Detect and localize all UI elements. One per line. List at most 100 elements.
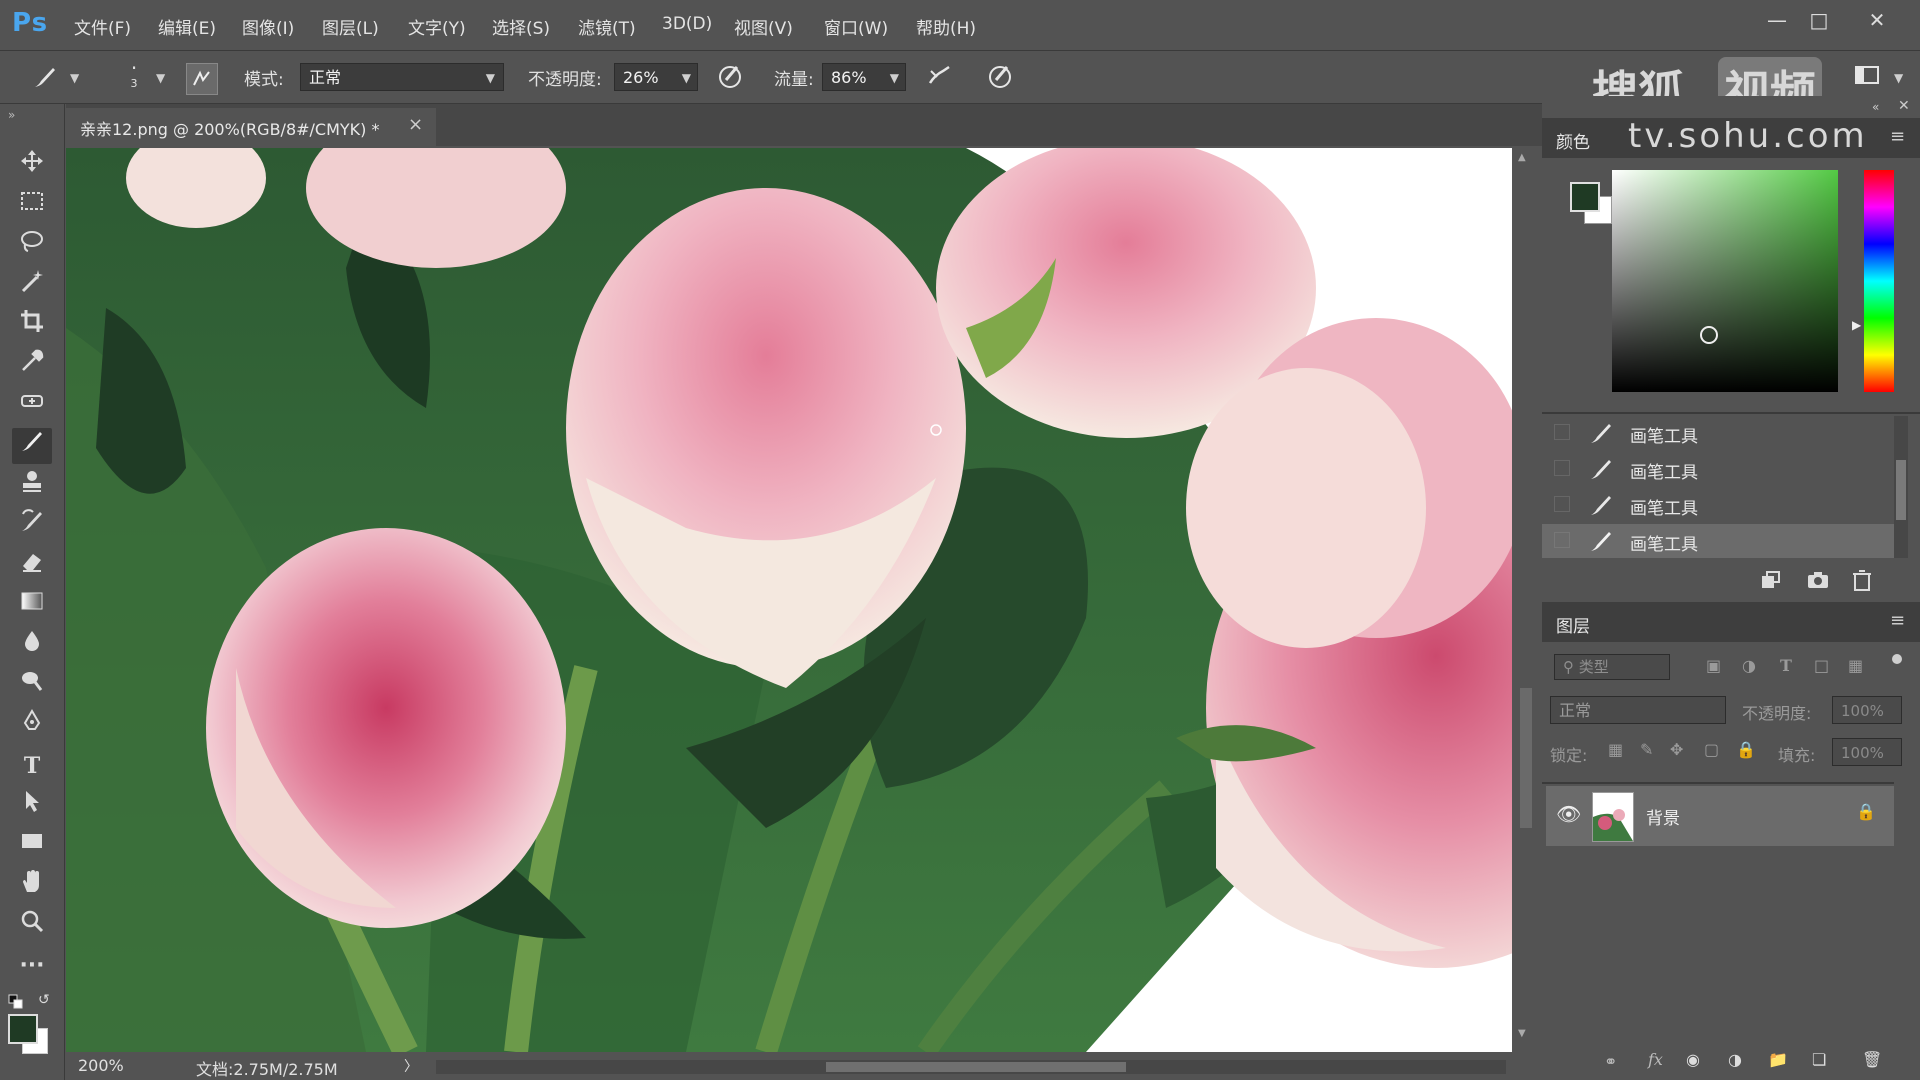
brush-size-preview[interactable]: · 3 — [122, 58, 146, 99]
zoom-level[interactable]: 200% — [78, 1056, 124, 1075]
status-menu-arrow[interactable]: 〉 — [404, 1056, 418, 1076]
chevron-down-icon[interactable]: ▼ — [1894, 71, 1903, 85]
history-scroll-thumb[interactable] — [1896, 460, 1906, 520]
color-panel-foreground-swatch[interactable] — [1570, 182, 1600, 212]
close-icon[interactable]: ✕ — [1858, 4, 1896, 38]
horizontal-scroll-thumb[interactable] — [826, 1062, 1126, 1072]
lock-all-icon[interactable]: 🔒 — [1736, 740, 1756, 759]
filter-shape-icon[interactable]: □ — [1814, 656, 1829, 675]
eyedropper-icon[interactable] — [12, 348, 52, 384]
airbrush-icon[interactable] — [924, 61, 956, 93]
menu-window[interactable]: 窗口(W) — [824, 14, 888, 39]
document-canvas[interactable] — [66, 148, 1512, 1052]
crop-icon[interactable] — [12, 308, 52, 344]
eraser-icon[interactable] — [12, 548, 52, 584]
menu-edit[interactable]: 编辑(E) — [158, 14, 216, 39]
filter-pixel-icon[interactable]: ▣ — [1706, 656, 1721, 675]
menu-image[interactable]: 图像(I) — [242, 14, 294, 39]
collapse-icon[interactable]: » — [8, 108, 15, 122]
marquee-icon[interactable] — [12, 188, 52, 224]
stamp-icon[interactable] — [12, 468, 52, 504]
delete-layer-icon[interactable]: 🗑 — [1862, 1050, 1882, 1069]
horizontal-scrollbar[interactable] — [436, 1060, 1506, 1074]
layer-opacity-input[interactable]: 100% — [1832, 696, 1902, 724]
document-tab[interactable]: 亲亲12.png @ 200%(RGB/8#/CMYK) * × — [66, 108, 436, 146]
history-item[interactable]: 画笔工具 — [1542, 452, 1904, 486]
vertical-scrollbar[interactable]: ▲ ▼ — [1512, 148, 1542, 1052]
layer-filter-select[interactable]: ⚲ 类型 — [1554, 654, 1670, 680]
new-group-icon[interactable]: 📁 — [1768, 1050, 1788, 1069]
layer-mask-icon[interactable]: ◉ — [1686, 1050, 1700, 1069]
workspace-icon[interactable] — [1852, 63, 1882, 91]
lock-pixels-icon[interactable]: ✎ — [1640, 740, 1653, 759]
menu-filter[interactable]: 滤镜(T) — [578, 14, 636, 39]
color-picker-cursor[interactable] — [1700, 326, 1718, 344]
camera-icon[interactable] — [1806, 568, 1830, 596]
swap-colors-icon[interactable]: ↺ — [38, 992, 50, 1008]
layer-row[interactable]: 👁 背景 🔒 — [1546, 786, 1894, 846]
history-source-checkbox[interactable] — [1554, 424, 1570, 440]
brush-panel-toggle-icon[interactable] — [186, 63, 218, 95]
scroll-down-icon[interactable]: ▼ — [1518, 1028, 1526, 1039]
menu-3d[interactable]: 3D(D) — [662, 14, 712, 34]
foreground-color-swatch[interactable] — [8, 1014, 38, 1044]
pressure-size-icon[interactable] — [984, 61, 1016, 93]
collapse-panels-icon[interactable]: « — [1872, 100, 1879, 114]
minimize-icon[interactable]: — — [1758, 4, 1796, 38]
history-item-selected[interactable]: 画笔工具 — [1542, 524, 1894, 558]
menu-select[interactable]: 选择(S) — [492, 14, 550, 39]
type-icon[interactable]: T — [12, 748, 52, 784]
new-layer-icon[interactable]: ❏ — [1812, 1050, 1826, 1069]
history-source-checkbox[interactable] — [1554, 460, 1570, 476]
chevron-down-icon[interactable]: ▼ — [70, 71, 79, 85]
panel-menu-icon[interactable]: ≡ — [1890, 126, 1905, 147]
default-colors-icon[interactable] — [8, 994, 24, 1010]
scroll-up-icon[interactable]: ▲ — [1518, 152, 1526, 163]
filter-smart-object-icon[interactable]: ▦ — [1848, 656, 1863, 675]
history-item[interactable]: 画笔工具 — [1542, 488, 1904, 522]
layer-name[interactable]: 背景 — [1646, 804, 1680, 829]
menu-type[interactable]: 文字(Y) — [408, 14, 466, 39]
pen-icon[interactable] — [12, 708, 52, 744]
hand-icon[interactable] — [12, 868, 52, 904]
spot-heal-icon[interactable] — [12, 388, 52, 424]
gradient-icon[interactable] — [12, 588, 52, 624]
chevron-down-icon[interactable]: ▼ — [156, 71, 165, 85]
filter-adjustment-icon[interactable]: ◑ — [1742, 656, 1756, 675]
history-brush-icon[interactable] — [12, 508, 52, 544]
brush-icon[interactable] — [12, 428, 52, 464]
vertical-scroll-thumb[interactable] — [1520, 688, 1532, 828]
blend-mode-select[interactable]: 正常 — [1550, 696, 1726, 724]
close-panels-icon[interactable]: ✕ — [1898, 98, 1910, 114]
filter-toggle-icon[interactable] — [1892, 654, 1902, 664]
lock-position-icon[interactable]: ✥ — [1670, 740, 1683, 759]
eye-icon[interactable]: 👁 — [1556, 802, 1581, 826]
menu-help[interactable]: 帮助(H) — [916, 14, 976, 39]
menu-file[interactable]: 文件(F) — [74, 14, 131, 39]
lock-transparent-icon[interactable]: ▦ — [1608, 740, 1623, 759]
move-icon[interactable] — [12, 148, 52, 184]
new-document-from-state-icon[interactable] — [1758, 568, 1782, 596]
zoom-icon[interactable] — [12, 908, 52, 944]
history-source-checkbox[interactable] — [1554, 496, 1570, 512]
saturation-brightness-field[interactable] — [1612, 170, 1838, 392]
history-item[interactable]: 画笔工具 — [1542, 416, 1904, 450]
color-panel-title[interactable]: 颜色 — [1556, 128, 1590, 153]
fx-icon[interactable]: fx — [1648, 1050, 1663, 1069]
menu-layer[interactable]: 图层(L) — [322, 14, 379, 39]
filter-type-icon[interactable]: T — [1780, 656, 1792, 675]
panel-menu-icon[interactable]: ≡ — [1890, 610, 1905, 631]
lasso-icon[interactable] — [12, 228, 52, 264]
path-select-icon[interactable] — [12, 788, 52, 824]
pressure-opacity-icon[interactable] — [714, 61, 746, 93]
hue-slider-handle-icon[interactable]: ▶ — [1852, 318, 1861, 332]
hue-slider[interactable] — [1864, 170, 1894, 392]
blur-icon[interactable] — [12, 628, 52, 664]
close-tab-icon[interactable]: × — [408, 114, 423, 135]
history-source-checkbox[interactable] — [1554, 532, 1570, 548]
link-layers-icon[interactable]: ⚭ — [1604, 1052, 1617, 1071]
rectangle-icon[interactable] — [12, 828, 52, 864]
adjustment-layer-icon[interactable]: ◑ — [1728, 1050, 1742, 1069]
brush-preset-icon[interactable] — [30, 63, 60, 93]
magic-wand-icon[interactable] — [12, 268, 52, 304]
